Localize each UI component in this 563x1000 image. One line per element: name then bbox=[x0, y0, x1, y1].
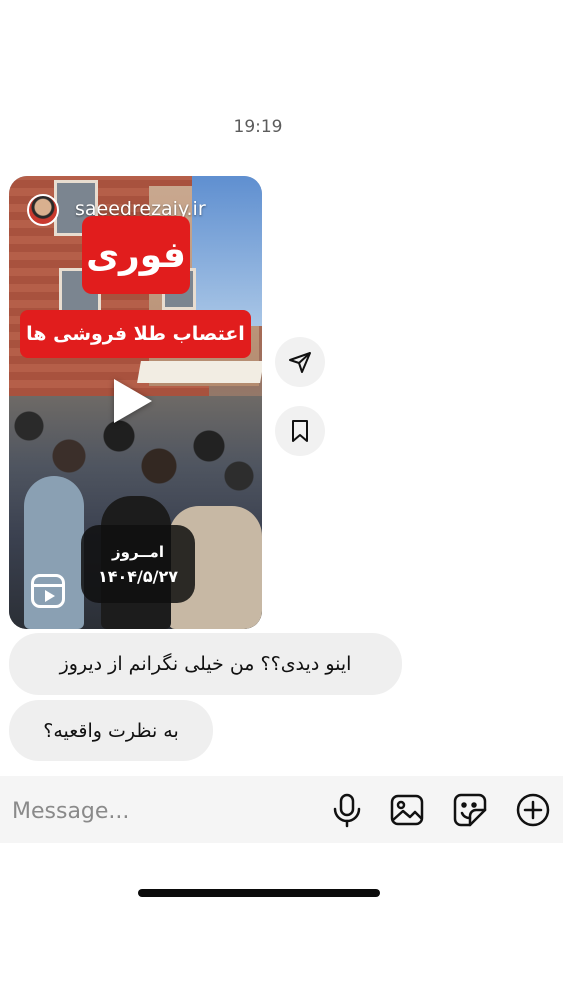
message-composer bbox=[0, 776, 563, 843]
message-bubble[interactable]: به نظرت واقعیه؟ bbox=[9, 700, 213, 761]
reel-date-overlay: امــروز ۱۴۰۴/۵/۲۷ bbox=[81, 525, 195, 603]
message-timestamp: 19:19 bbox=[233, 117, 283, 137]
reel-headline: اعتصاب طلا فروشی ها bbox=[20, 310, 251, 358]
bookmark-icon bbox=[292, 420, 308, 442]
message-bubble[interactable]: اینو دیدی؟؟ من خیلی نگرانم از دیروز bbox=[9, 633, 402, 695]
microphone-icon[interactable] bbox=[329, 792, 365, 828]
paper-plane-icon bbox=[289, 352, 311, 373]
reel-date-value: ۱۴۰۴/۵/۲۷ bbox=[97, 566, 179, 586]
author-avatar[interactable] bbox=[27, 194, 59, 226]
message-text: اینو دیدی؟؟ من خیلی نگرانم از دیروز bbox=[59, 653, 352, 675]
reel-date-today: امــروز bbox=[112, 542, 164, 561]
plus-circle-icon[interactable] bbox=[515, 792, 551, 828]
reel-awning bbox=[137, 361, 262, 383]
reels-icon bbox=[31, 574, 65, 608]
save-button[interactable] bbox=[275, 406, 325, 456]
message-input[interactable] bbox=[10, 794, 314, 828]
shared-reel-card[interactable]: saeedrezaiy.ir فوری اعتصاب طلا فروشی ها … bbox=[9, 176, 262, 629]
share-button[interactable] bbox=[275, 337, 325, 387]
breaking-badge: فوری bbox=[82, 216, 190, 294]
message-text: به نظرت واقعیه؟ bbox=[43, 719, 179, 742]
home-indicator[interactable] bbox=[138, 889, 380, 897]
play-icon[interactable] bbox=[114, 379, 152, 423]
sticker-icon[interactable] bbox=[452, 792, 488, 828]
image-icon[interactable] bbox=[389, 792, 425, 828]
